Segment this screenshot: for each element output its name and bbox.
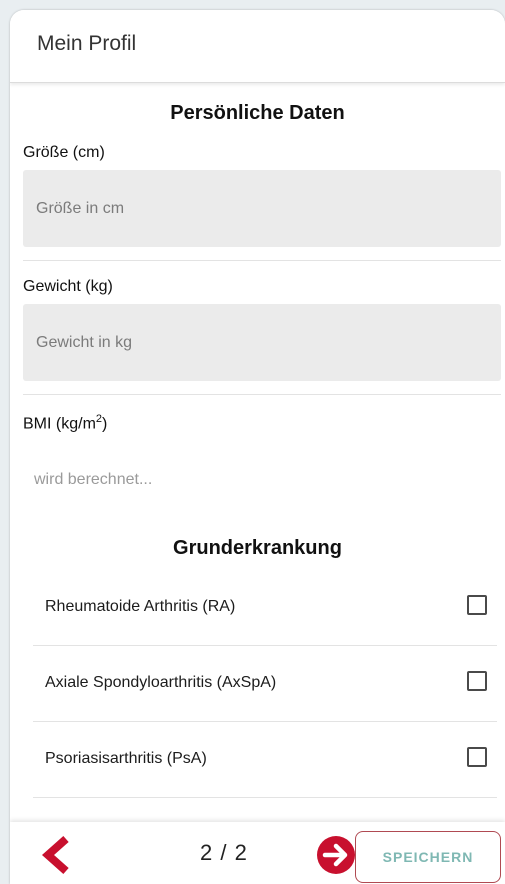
app-header: Mein Profil bbox=[10, 10, 505, 83]
section-title-personal: Persönliche Daten bbox=[170, 102, 345, 124]
disease-option-label: Psoriasisarthritis (PsA) bbox=[45, 750, 207, 767]
bottom-nav-bar: 2 / 2 SPEICHERN bbox=[10, 822, 505, 884]
bmi-label: BMI (kg/m2) bbox=[23, 413, 108, 433]
weight-input[interactable] bbox=[23, 304, 501, 381]
checkbox[interactable] bbox=[467, 671, 487, 691]
divider bbox=[23, 260, 501, 261]
chevron-left-icon bbox=[41, 836, 69, 874]
height-input[interactable] bbox=[23, 170, 501, 247]
profile-card: Mein Profil Persönliche Daten Größe (cm)… bbox=[10, 10, 505, 884]
checkbox[interactable] bbox=[467, 747, 487, 767]
disease-option-label: Rheumatoide Arthritis (RA) bbox=[45, 598, 236, 615]
save-button[interactable]: SPEICHERN bbox=[355, 831, 501, 883]
disease-option-psa[interactable]: Psoriasisarthritis (PsA) bbox=[23, 722, 501, 798]
height-label: Größe (cm) bbox=[23, 144, 105, 161]
divider bbox=[33, 797, 497, 798]
disease-option-label: Axiale Spondyloarthritis (AxSpA) bbox=[45, 674, 277, 691]
section-title-disease: Grunderkrankung bbox=[173, 537, 342, 559]
next-button[interactable] bbox=[316, 835, 356, 875]
bmi-value: wird berechnet... bbox=[34, 471, 153, 488]
arrow-right-circle-icon bbox=[317, 836, 355, 874]
back-button[interactable] bbox=[38, 835, 74, 875]
divider bbox=[23, 394, 501, 395]
weight-label: Gewicht (kg) bbox=[23, 278, 113, 295]
page-title: Mein Profil bbox=[37, 32, 137, 55]
disease-option-ra[interactable]: Rheumatoide Arthritis (RA) bbox=[23, 570, 501, 646]
disease-option-axspa[interactable]: Axiale Spondyloarthritis (AxSpA) bbox=[23, 646, 501, 722]
checkbox[interactable] bbox=[467, 595, 487, 615]
page-indicator: 2 / 2 bbox=[200, 840, 248, 865]
